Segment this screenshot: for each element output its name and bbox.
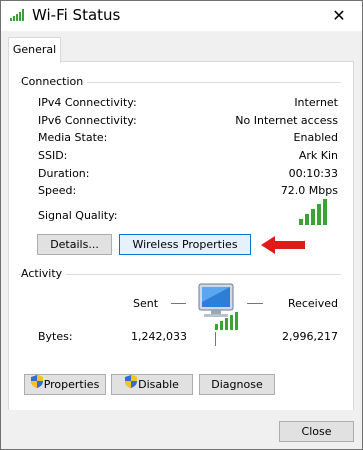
close-window-button[interactable]: ✕ [316,1,362,31]
uac-shield-icon [125,374,138,394]
ssid-value: Ark Kin [298,149,338,162]
diagnose-button[interactable]: Diagnose [199,374,275,395]
wifi-status-dialog: Wi-Fi Status ✕ General Connection IPv4 C… [0,0,363,450]
media-state-value: Enabled [293,131,338,144]
received-label: Received [287,297,338,310]
ipv4-connectivity-value: Internet [294,96,338,109]
tab-general[interactable]: General [8,37,61,63]
ipv6-connectivity-value: No Internet access [235,114,338,127]
speed-value: 72.0 Mbps [280,184,338,197]
properties-button[interactable]: Properties [24,374,106,395]
duration-label: Duration: [38,167,90,180]
dialog-footer: Close [1,410,362,449]
ipv6-connectivity-label: IPv6 Connectivity: [38,114,137,127]
wireless-properties-button[interactable]: Wireless Properties [119,234,251,255]
ipv4-connectivity-label: IPv4 Connectivity: [38,96,137,109]
disable-button-label: Disable [138,378,179,391]
sent-line [171,303,186,304]
media-state-label: Media State: [38,131,108,144]
received-line [247,303,263,304]
uac-shield-icon [30,374,43,394]
bytes-sent-value: 1,242,033 [131,330,187,343]
ssid-label: SSID: [38,149,68,162]
properties-button-label: Properties [43,378,100,391]
close-button[interactable]: Close [279,421,354,442]
activity-divider [215,332,216,346]
signal-strength-icon [299,199,331,228]
network-computer-icon [191,282,241,333]
duration-value: 00:10:33 [288,167,338,180]
title-bar: Wi-Fi Status ✕ [1,1,362,31]
window-title: Wi-Fi Status [32,6,121,24]
speed-label: Speed: [38,184,77,197]
disable-button[interactable]: Disable [111,374,193,395]
activity-group-label: Activity [21,267,67,280]
details-button[interactable]: Details... [37,234,112,255]
bytes-label: Bytes: [38,330,73,343]
red-arrow-annotation [261,236,305,257]
signal-quality-label: Signal Quality: [38,209,118,222]
sent-label: Sent [133,297,159,310]
activity-group-divider [19,274,341,275]
connection-group-label: Connection [21,75,88,88]
general-tab-panel: Connection IPv4 Connectivity: Internet I… [8,61,354,411]
bytes-received-value: 2,996,217 [282,330,338,343]
wifi-signal-icon [10,9,26,24]
